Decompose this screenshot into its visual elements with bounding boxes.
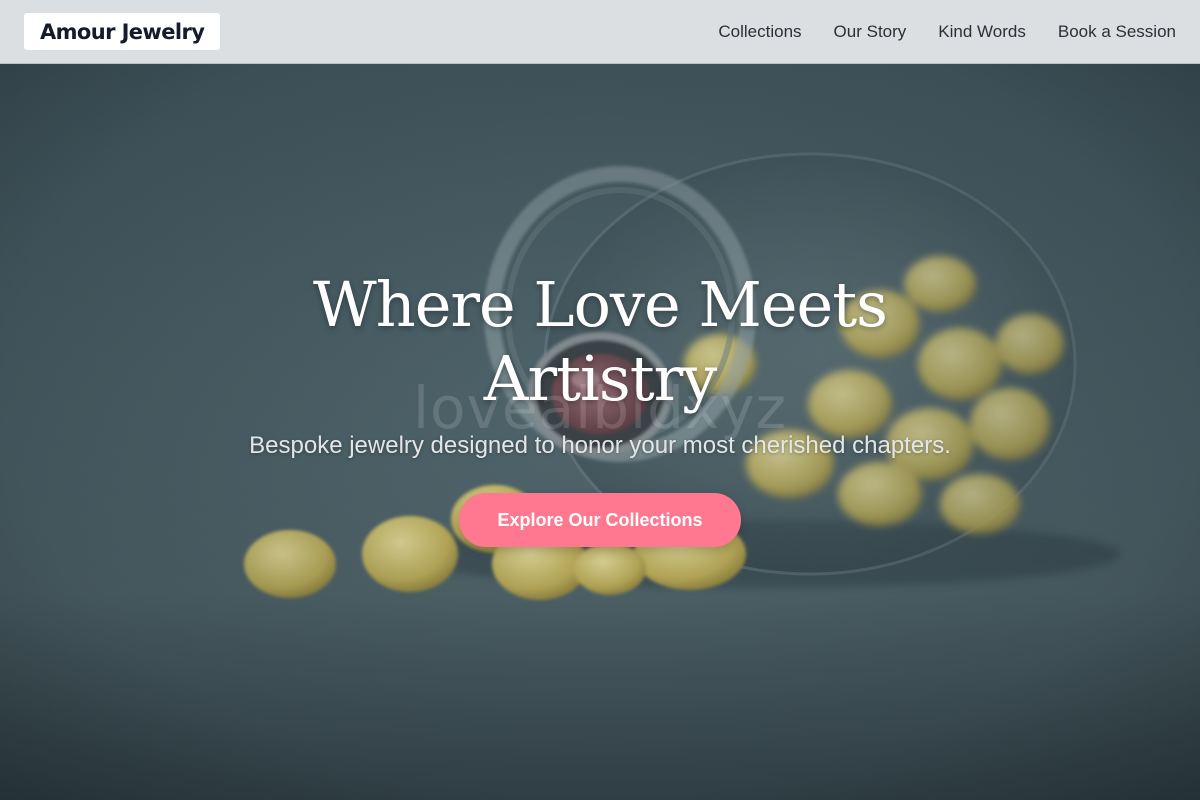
nav-link-book-session[interactable]: Book a Session: [1058, 22, 1176, 42]
site-header: Amour Jewelry Collections Our Story Kind…: [0, 0, 1200, 64]
hero-subtitle: Bespoke jewelry designed to honor your m…: [249, 432, 951, 459]
brand-name[interactable]: Amour Jewelry: [40, 20, 205, 44]
brand-logo[interactable]: Amour Jewelry: [24, 13, 221, 50]
nav-link-our-story[interactable]: Our Story: [834, 22, 907, 42]
hero-section: lovealbidxyz Where Love Meets Artistry B…: [0, 64, 1200, 800]
explore-collections-button[interactable]: Explore Our Collections: [459, 493, 741, 547]
page: Amour Jewelry Collections Our Story Kind…: [0, 0, 1200, 800]
hero-headline-line-1: Where Love Meets: [313, 268, 888, 341]
main-nav: Collections Our Story Kind Words Book a …: [718, 0, 1176, 63]
hero-headline-line-2: Artistry: [483, 342, 718, 415]
nav-link-collections[interactable]: Collections: [718, 22, 801, 42]
nav-link-kind-words[interactable]: Kind Words: [938, 22, 1026, 42]
hero-headline: Where Love Meets Artistry: [0, 268, 1200, 416]
